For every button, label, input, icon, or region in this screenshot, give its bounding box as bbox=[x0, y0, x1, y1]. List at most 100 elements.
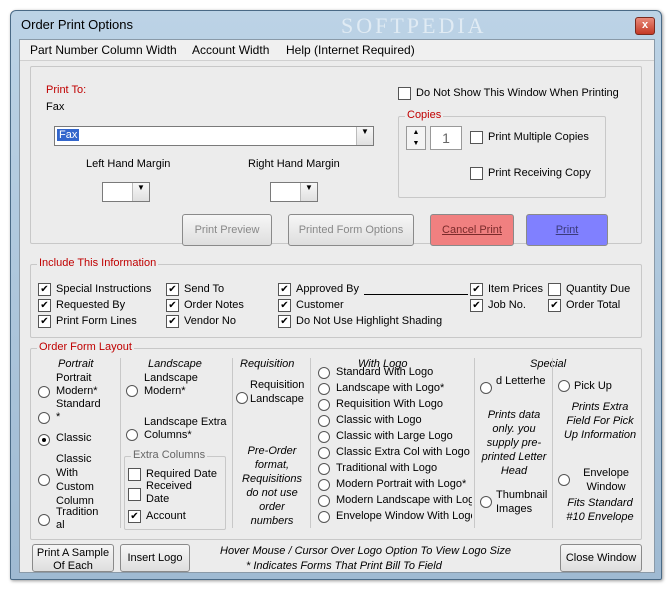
chevron-down-icon[interactable]: ▼ bbox=[300, 183, 317, 201]
quantity-due-checkbox[interactable] bbox=[548, 283, 561, 296]
with-logo-radio[interactable] bbox=[318, 399, 330, 411]
customer-checkbox[interactable]: ✔ bbox=[278, 299, 291, 312]
with-logo-radio[interactable] bbox=[318, 415, 330, 427]
order-total-checkbox[interactable]: ✔ bbox=[548, 299, 561, 312]
vendor-no-checkbox[interactable]: ✔ bbox=[166, 315, 179, 328]
letterhead-label: d Letterhe bbox=[496, 375, 546, 387]
main-window: Order Print Options SOFTPEDIA x Part Num… bbox=[10, 10, 662, 580]
with-logo-radio[interactable] bbox=[318, 431, 330, 443]
do-not-show-checkbox[interactable] bbox=[398, 87, 411, 100]
portrait-modern-radio[interactable] bbox=[38, 386, 50, 398]
landscape-header: Landscape bbox=[148, 358, 202, 370]
order-notes-checkbox[interactable]: ✔ bbox=[166, 299, 179, 312]
print-sample-button[interactable]: Print A Sample Of Each bbox=[32, 544, 114, 572]
approved-by-label: Approved By bbox=[296, 283, 359, 295]
print-to-label: Print To: bbox=[46, 84, 87, 96]
with-logo-radio[interactable] bbox=[318, 447, 330, 459]
print-button[interactable]: Print bbox=[526, 214, 608, 246]
menu-part-number-width[interactable]: Part Number Column Width bbox=[30, 43, 177, 57]
requested-by-label: Requested By bbox=[56, 299, 126, 311]
with-logo-label: Classic Extra Col with Logo bbox=[336, 446, 470, 458]
with-logo-label: Standard With Logo bbox=[336, 366, 434, 378]
close-window-button[interactable]: Close Window bbox=[560, 544, 642, 572]
requisition-landscape-label: Requisition Landscape bbox=[250, 379, 305, 405]
chevron-down-icon[interactable]: ▼ bbox=[132, 183, 149, 201]
thumbnail-radio[interactable] bbox=[480, 496, 492, 508]
letterhead-radio[interactable] bbox=[480, 382, 492, 394]
landscape-modern-radio[interactable] bbox=[126, 385, 138, 397]
print-receiving-checkbox[interactable] bbox=[470, 167, 483, 180]
cancel-print-button[interactable]: Cancel Print bbox=[430, 214, 514, 246]
job-no-checkbox[interactable]: ✔ bbox=[470, 299, 483, 312]
with-logo-label: Traditional with Logo bbox=[336, 462, 438, 474]
forms-hint: * Indicates Forms That Print Bill To Fie… bbox=[246, 560, 442, 572]
with-logo-radio[interactable] bbox=[318, 511, 330, 523]
extra-columns-title: Extra Columns bbox=[131, 449, 208, 461]
title-bar[interactable]: Order Print Options SOFTPEDIA x bbox=[11, 11, 661, 39]
received-date-label: Received Date bbox=[146, 480, 192, 505]
classic-radio[interactable] bbox=[38, 434, 50, 446]
traditional-label: Traditional bbox=[56, 506, 99, 531]
divider bbox=[552, 358, 553, 528]
printed-form-options-button[interactable]: Printed Form Options bbox=[288, 214, 414, 246]
with-logo-radio[interactable] bbox=[318, 383, 330, 395]
portrait-modern-label: Portrait Modern* bbox=[56, 372, 98, 397]
copies-input[interactable]: 1 bbox=[430, 126, 462, 150]
menu-bar: Part Number Column Width Account Width H… bbox=[20, 40, 654, 61]
pick-up-radio[interactable] bbox=[558, 380, 570, 392]
traditional-radio[interactable] bbox=[38, 514, 50, 526]
print-receiving-label: Print Receiving Copy bbox=[488, 167, 591, 179]
classic-custom-column-radio[interactable] bbox=[38, 474, 50, 486]
print-form-lines-checkbox[interactable]: ✔ bbox=[38, 315, 51, 328]
special-instructions-checkbox[interactable]: ✔ bbox=[38, 283, 51, 296]
item-prices-checkbox[interactable]: ✔ bbox=[470, 283, 483, 296]
landscape-extra-columns-radio[interactable] bbox=[126, 429, 138, 441]
required-date-checkbox[interactable] bbox=[128, 468, 141, 481]
no-highlight-label: Do Not Use Highlight Shading bbox=[296, 315, 443, 327]
job-no-label: Job No. bbox=[488, 299, 526, 311]
requested-by-checkbox[interactable]: ✔ bbox=[38, 299, 51, 312]
divider bbox=[120, 358, 121, 528]
close-icon[interactable]: x bbox=[635, 17, 655, 35]
no-highlight-checkbox[interactable]: ✔ bbox=[278, 315, 291, 328]
chevron-down-icon[interactable]: ▼ bbox=[356, 127, 373, 145]
hover-hint: Hover Mouse / Cursor Over Logo Option To… bbox=[220, 545, 512, 557]
quantity-due-label: Quantity Due bbox=[566, 283, 631, 295]
layout-title: Order Form Layout bbox=[37, 341, 134, 353]
requisition-header: Requisition bbox=[240, 358, 295, 370]
order-total-label: Order Total bbox=[566, 299, 621, 311]
with-logo-radio[interactable] bbox=[318, 367, 330, 379]
copies-spinner[interactable]: ▲ ▼ bbox=[406, 126, 426, 150]
menu-help[interactable]: Help (Internet Required) bbox=[286, 43, 415, 57]
with-logo-label: Modern Portrait with Logo* bbox=[336, 478, 467, 490]
envelope-radio[interactable] bbox=[558, 474, 570, 486]
print-preview-button[interactable]: Print Preview bbox=[182, 214, 272, 246]
insert-logo-button[interactable]: Insert Logo bbox=[120, 544, 190, 572]
send-to-checkbox[interactable]: ✔ bbox=[166, 283, 179, 296]
envelope-label: Envelope Window bbox=[583, 467, 629, 493]
print-to-select[interactable]: Fax ▼ bbox=[54, 126, 374, 146]
landscape-extra-columns-label: Landscape Extra Columns* bbox=[144, 416, 227, 441]
landscape-modern-label: Landscape Modern* bbox=[144, 372, 198, 397]
account-checkbox[interactable]: ✔ bbox=[128, 510, 141, 523]
menu-account-width[interactable]: Account Width bbox=[192, 43, 269, 57]
client-area: Part Number Column Width Account Width H… bbox=[19, 39, 655, 573]
with-logo-radio[interactable] bbox=[318, 495, 330, 507]
with-logo-radio[interactable] bbox=[318, 479, 330, 491]
approved-by-checkbox[interactable]: ✔ bbox=[278, 283, 291, 296]
right-margin-select[interactable]: ▼ bbox=[270, 182, 318, 202]
classic-custom-column-label: Classic With Custom Column bbox=[56, 453, 94, 507]
customer-label: Customer bbox=[296, 299, 344, 311]
with-logo-radio[interactable] bbox=[318, 463, 330, 475]
received-date-checkbox[interactable] bbox=[128, 488, 141, 501]
pick-up-label: Pick Up bbox=[574, 380, 612, 392]
standard-radio[interactable] bbox=[38, 412, 50, 424]
letterhead-note: Prints data only. you supply pre-printed… bbox=[481, 409, 547, 477]
with-logo-label: Classic with Large Logo bbox=[336, 430, 453, 442]
left-margin-select[interactable]: ▼ bbox=[102, 182, 150, 202]
print-multiple-checkbox[interactable] bbox=[470, 131, 483, 144]
print-to-current: Fax bbox=[46, 101, 65, 113]
approved-by-line bbox=[364, 294, 468, 295]
requisition-landscape-radio[interactable] bbox=[236, 392, 248, 404]
with-logo-label: Classic with Logo bbox=[336, 414, 422, 426]
